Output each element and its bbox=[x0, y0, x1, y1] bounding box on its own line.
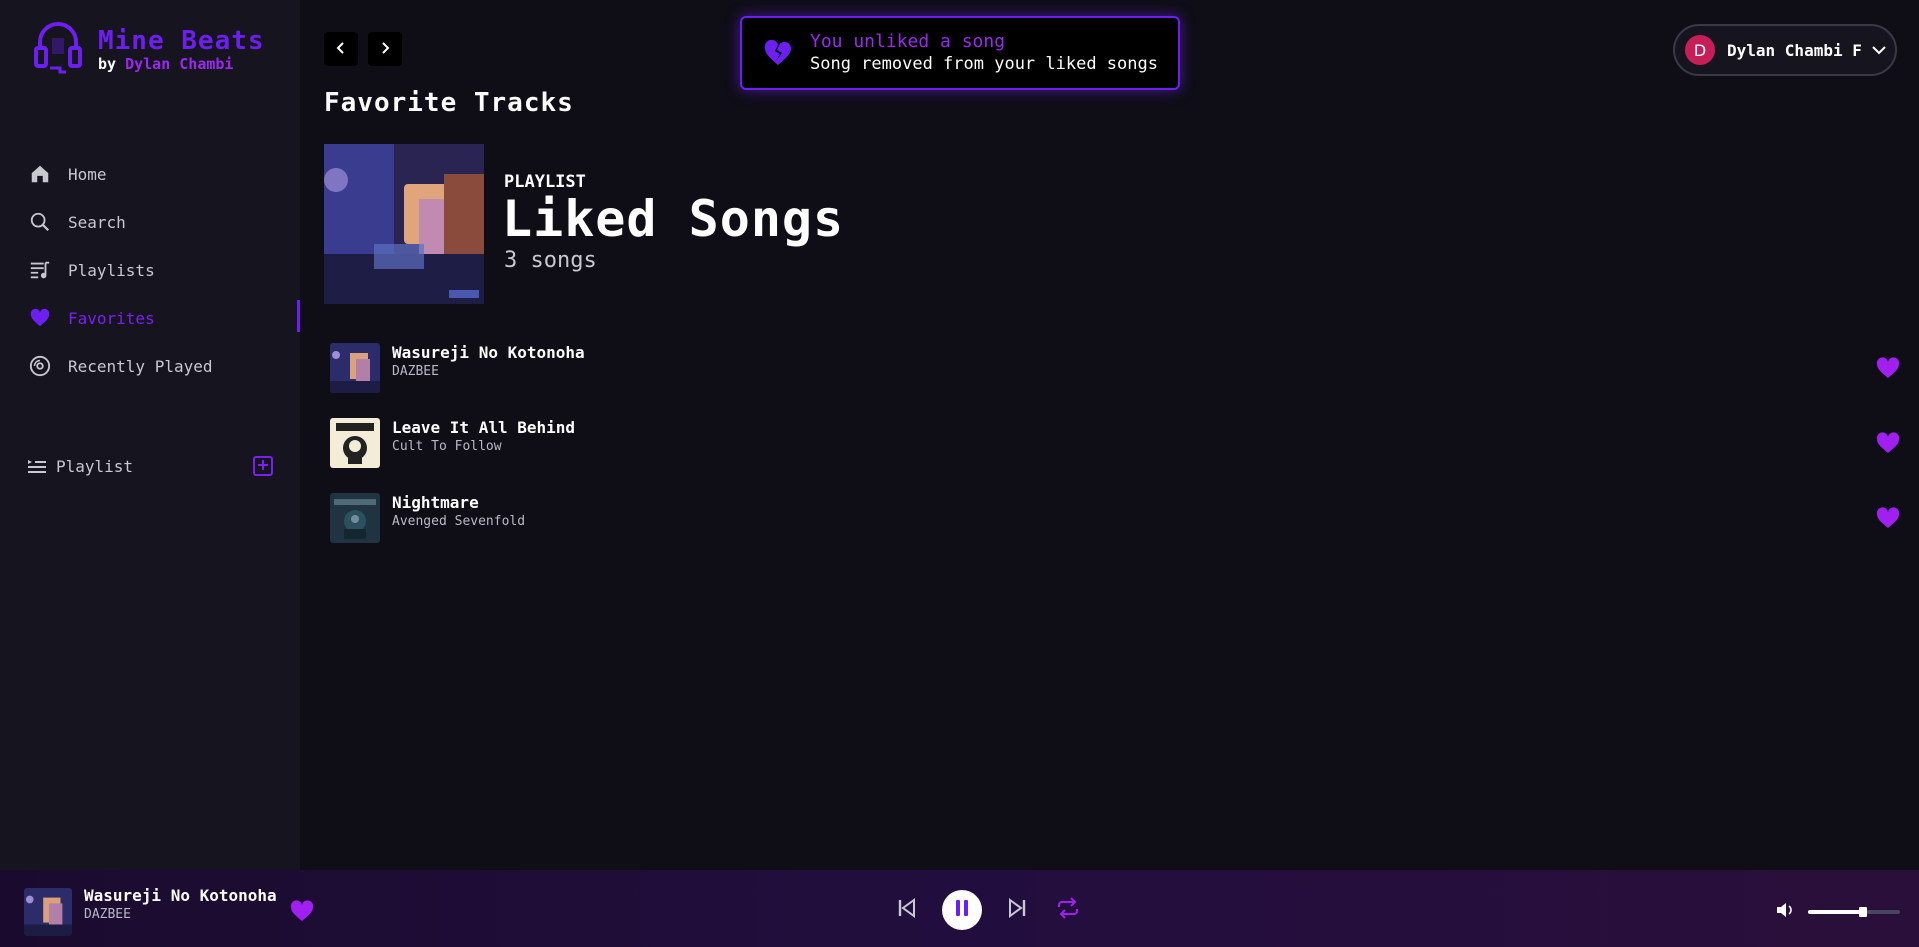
app-byline: by Dylan Chambi bbox=[98, 55, 265, 73]
playlist-icon bbox=[28, 258, 52, 282]
playlist-cover bbox=[324, 144, 484, 304]
previous-button[interactable] bbox=[896, 897, 918, 923]
track-list: Wasureji No Kotonoha DAZBEE Leave It All… bbox=[330, 343, 1900, 568]
heart-icon[interactable] bbox=[290, 900, 314, 926]
sidebar-item-recently-played[interactable]: Recently Played bbox=[28, 342, 300, 390]
user-menu[interactable]: D Dylan Chambi F bbox=[1673, 24, 1897, 76]
repeat-icon bbox=[1056, 897, 1080, 923]
now-playing-title: Wasureji No Kotonoha bbox=[84, 886, 277, 905]
pause-icon bbox=[954, 899, 970, 921]
broken-heart-icon bbox=[764, 40, 792, 66]
track-thumbnail bbox=[330, 493, 380, 543]
headphones-icon bbox=[32, 20, 84, 80]
back-button[interactable] bbox=[324, 32, 358, 66]
playlist-song-count: 3 songs bbox=[504, 248, 597, 273]
track-title: Nightmare bbox=[392, 493, 479, 512]
search-icon bbox=[28, 210, 52, 234]
heart-icon[interactable] bbox=[1876, 357, 1900, 383]
app-logo[interactable]: Mine Beats by Dylan Chambi bbox=[32, 20, 265, 80]
track-row[interactable]: Nightmare Avenged Sevenfold bbox=[330, 493, 1900, 568]
playlist-type: PLAYLIST bbox=[504, 172, 586, 192]
volume-control bbox=[1776, 902, 1900, 922]
toast-message: Song removed from your liked songs bbox=[810, 54, 1158, 74]
sidebar-item-label: Search bbox=[68, 212, 126, 232]
heart-icon[interactable] bbox=[1876, 507, 1900, 533]
heart-icon[interactable] bbox=[1876, 432, 1900, 458]
track-thumbnail bbox=[330, 418, 380, 468]
sidebar-item-home[interactable]: Home bbox=[28, 150, 300, 198]
add-playlist-button[interactable] bbox=[253, 456, 273, 476]
forward-button[interactable] bbox=[368, 32, 402, 66]
sidebar-item-search[interactable]: Search bbox=[28, 198, 300, 246]
heart-icon bbox=[28, 306, 52, 330]
track-artist: Avenged Sevenfold bbox=[392, 514, 526, 529]
history-nav bbox=[324, 32, 402, 66]
next-button[interactable] bbox=[1006, 897, 1028, 923]
volume-fill bbox=[1808, 910, 1864, 914]
sidebar-item-label: Recently Played bbox=[68, 356, 213, 376]
user-name: Dylan Chambi F bbox=[1727, 40, 1862, 60]
track-row[interactable]: Wasureji No Kotonoha DAZBEE bbox=[330, 343, 1900, 418]
by-prefix: by bbox=[98, 55, 117, 73]
playlist-list-icon bbox=[28, 458, 46, 474]
sidebar-item-label: Favorites bbox=[68, 308, 155, 328]
track-row[interactable]: Leave It All Behind Cult To Follow bbox=[330, 418, 1900, 493]
playlist-section-label: Playlist bbox=[56, 456, 134, 476]
skip-next-icon bbox=[1006, 897, 1028, 923]
skip-previous-icon bbox=[896, 897, 918, 923]
playback-controls bbox=[896, 890, 1080, 930]
volume-slider[interactable] bbox=[1808, 907, 1900, 917]
now-playing-artist: DAZBEE bbox=[84, 907, 131, 922]
sidebar-item-label: Home bbox=[68, 164, 107, 184]
chevron-left-icon bbox=[334, 40, 348, 59]
toast-title: You unliked a song bbox=[810, 31, 1006, 52]
track-title: Leave It All Behind bbox=[392, 418, 576, 437]
volume-handle[interactable] bbox=[1859, 907, 1868, 917]
track-artist: Cult To Follow bbox=[392, 439, 502, 454]
chevron-right-icon bbox=[378, 40, 392, 59]
sidebar-nav: Home Search Playlists Favorites Recently… bbox=[28, 150, 300, 390]
track-thumbnail bbox=[330, 343, 380, 393]
app-author: Dylan Chambi bbox=[125, 55, 234, 73]
disc-icon bbox=[28, 354, 52, 378]
playlist-section: Playlist bbox=[28, 452, 273, 480]
plus-square-icon bbox=[257, 458, 269, 474]
sidebar-item-label: Playlists bbox=[68, 260, 155, 280]
home-icon bbox=[28, 162, 52, 186]
now-playing-thumbnail bbox=[24, 888, 72, 936]
sidebar: Mine Beats by Dylan Chambi Home Search P… bbox=[0, 0, 300, 870]
chevron-down-icon bbox=[1872, 45, 1886, 55]
sidebar-item-playlists[interactable]: Playlists bbox=[28, 246, 300, 294]
page-title: Favorite Tracks bbox=[324, 88, 574, 118]
playlist-section-title[interactable]: Playlist bbox=[28, 457, 133, 476]
pause-button[interactable] bbox=[942, 890, 982, 930]
track-title: Wasureji No Kotonoha bbox=[392, 343, 585, 362]
sidebar-item-favorites[interactable]: Favorites bbox=[28, 294, 300, 342]
avatar: D bbox=[1685, 35, 1715, 65]
playlist-title: Liked Songs bbox=[502, 190, 845, 248]
repeat-button[interactable] bbox=[1056, 897, 1080, 923]
volume-icon[interactable] bbox=[1776, 902, 1794, 922]
track-artist: DAZBEE bbox=[392, 364, 439, 379]
app-name: Mine Beats bbox=[98, 26, 265, 56]
toast-notification: You unliked a song Song removed from you… bbox=[740, 16, 1180, 90]
player-bar: Wasureji No Kotonoha DAZBEE bbox=[0, 870, 1919, 947]
